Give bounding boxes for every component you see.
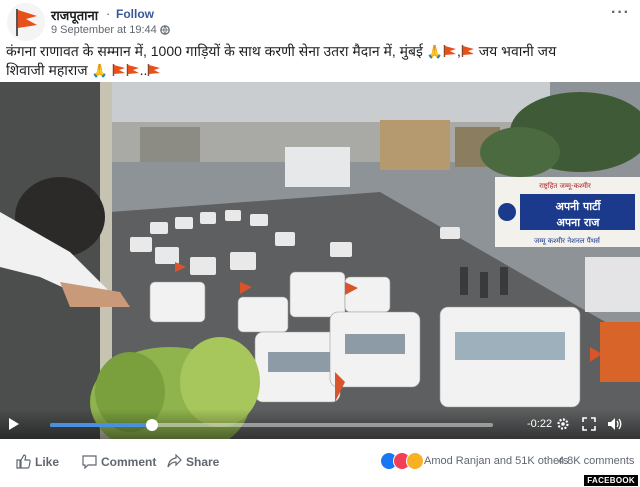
wow-reaction-icon: [406, 452, 424, 470]
flag-icon: [7, 3, 45, 41]
video-frame: अपनी पार्टी अपना राज राष्ट्रहित जम्मू-कश…: [0, 82, 640, 439]
more-options-icon[interactable]: ···: [611, 4, 630, 22]
source-watermark: FACEBOOK: [584, 475, 638, 486]
folded-hands-icon: 🙏: [91, 63, 108, 78]
comment-icon: [82, 455, 97, 470]
folded-hands-icon: 🙏: [426, 44, 443, 59]
video-progress-knob[interactable]: [145, 419, 158, 431]
flag-icon: [148, 64, 161, 76]
banner-main-text: अपनी पार्टी: [556, 199, 602, 213]
flag-icon: [126, 64, 139, 76]
share-label: Share: [186, 455, 220, 469]
share-icon: [167, 453, 182, 468]
banner-bottom-text: जम्मू कश्मीर नेशनल पैंथर्स: [534, 236, 601, 245]
post-header: राजपूताना · Follow 9 September at 19:44 …: [0, 0, 640, 42]
time-remaining: -0:22: [527, 418, 553, 430]
video-progress-bar[interactable]: [50, 419, 493, 431]
banner-sub-text: अपना राज: [557, 216, 601, 229]
flag-icon: [461, 45, 474, 57]
comments-count[interactable]: 4.8K comments: [558, 455, 634, 467]
post-actions: Like Comment Share Amod Ranjan and 51K o…: [0, 442, 640, 482]
volume-icon[interactable]: [607, 417, 623, 431]
reactions-summary[interactable]: Amod Ranjan and 51K others: [424, 455, 568, 467]
page-name[interactable]: राजपूताना: [51, 6, 98, 24]
fullscreen-icon[interactable]: [582, 417, 596, 431]
caption-text-line2: शिवाजी महाराज: [6, 62, 88, 78]
flag-icon: [443, 45, 456, 57]
separator-dot: ·: [106, 6, 111, 21]
thumbs-up-icon: [16, 454, 31, 469]
flag-icon: [112, 64, 125, 76]
share-button[interactable]: Share: [167, 453, 220, 469]
like-button[interactable]: Like: [16, 454, 59, 469]
post-caption: कंगना राणावत के सम्मान में, 1000 गाड़ियो…: [6, 42, 634, 80]
video-player[interactable]: अपनी पार्टी अपना राज राष्ट्रहित जम्मू-कश…: [0, 82, 640, 439]
page-avatar[interactable]: [7, 3, 45, 41]
globe-icon: [160, 25, 170, 35]
gear-icon[interactable]: [556, 417, 570, 431]
comment-button[interactable]: Comment: [82, 454, 157, 470]
caption-text-line1-tail: जय भवानी जय: [478, 43, 557, 59]
video-progress-fill: [50, 423, 152, 427]
banner-top-text: राष्ट्रहित जम्मू-कश्मीर: [539, 181, 591, 190]
video-controls: -0:22: [0, 409, 640, 439]
comment-label: Comment: [101, 455, 157, 469]
play-icon[interactable]: [8, 417, 20, 431]
caption-ellipsis: ..: [139, 62, 148, 78]
like-label: Like: [35, 455, 60, 469]
caption-text-line1: कंगना राणावत के सम्मान में, 1000 गाड़ियो…: [6, 43, 423, 59]
follow-button[interactable]: Follow: [116, 7, 154, 21]
post-timestamp[interactable]: 9 September at 19:44 ·: [51, 24, 164, 36]
